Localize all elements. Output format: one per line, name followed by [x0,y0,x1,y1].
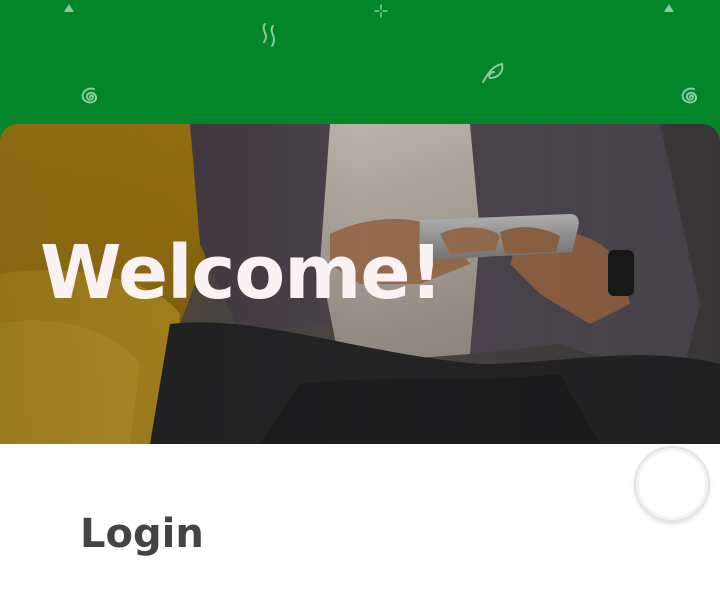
hero-banner: Welcome! [0,124,720,444]
header-band [0,0,720,140]
spiral-icon [76,84,104,110]
sparkle-icon [374,4,388,18]
login-title: Login [80,511,204,557]
triangle-icon [63,3,75,13]
app-screen: Welcome! Login [0,0,720,600]
triangle-icon [663,3,675,13]
spiral-icon [676,84,704,110]
squiggle-icon [258,22,282,50]
welcome-title: Welcome! [40,230,443,316]
leaf-icon [480,60,508,86]
circle-button[interactable] [636,448,708,520]
